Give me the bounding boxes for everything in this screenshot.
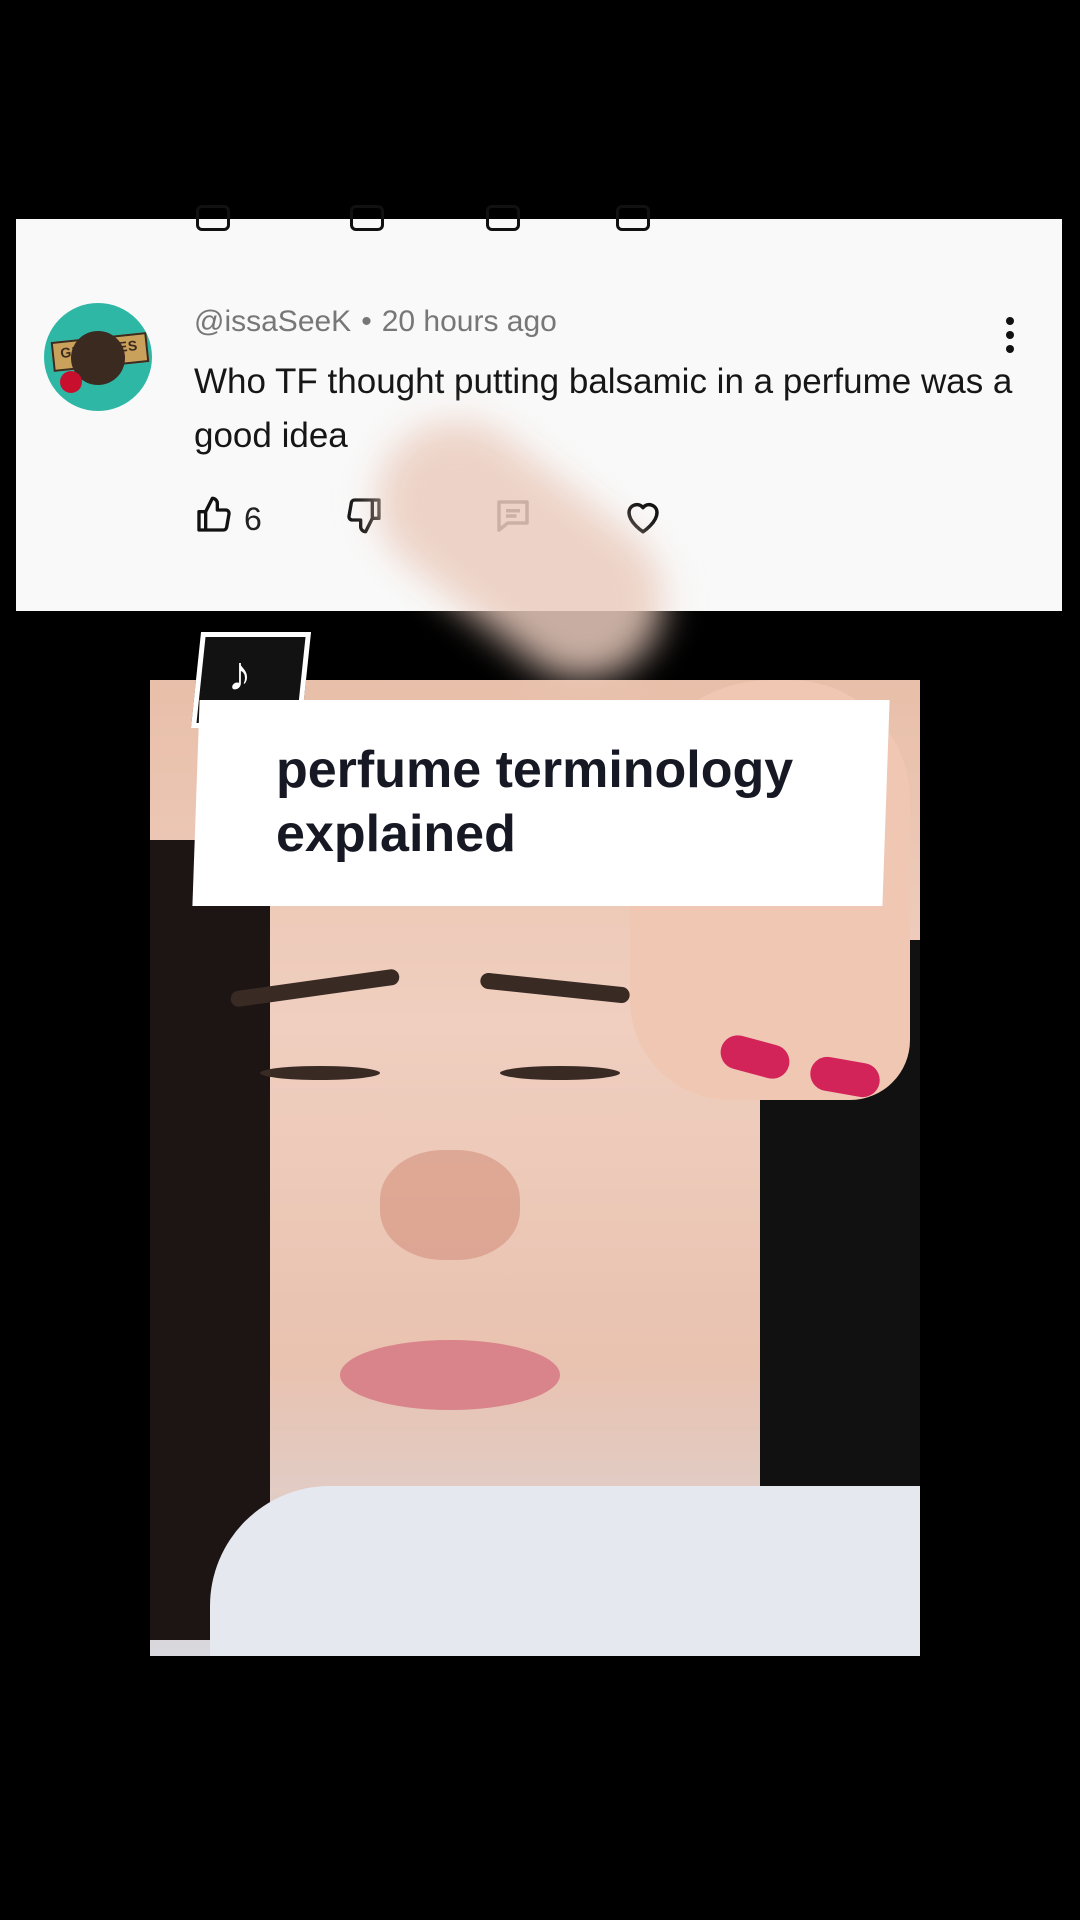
tiktok-logo-icon: ♪ [227,648,252,701]
avatar[interactable]: GRIZZLIES [44,303,152,411]
cut-off-icon [616,205,650,231]
cut-off-icon [350,205,384,231]
timestamp: 20 hours ago [381,305,557,338]
right-eye [500,1066,620,1080]
nose [380,1150,520,1260]
cut-off-icon [486,205,520,231]
previous-comment-actions [16,205,1062,231]
more-options-icon[interactable] [1004,317,1016,357]
like-count: 6 [244,501,262,537]
username[interactable]: @issaSeeK [194,305,351,338]
basketball-logo [60,371,82,393]
heart-icon [627,502,659,534]
video-title: perfume terminology explained [276,741,794,863]
mouth [340,1340,560,1410]
hoodie [210,1486,920,1656]
like-button[interactable]: 6 [194,495,262,541]
left-eye [260,1066,380,1080]
comment-text: Who TF thought putting balsamic in a per… [194,362,1013,455]
right-eyebrow [479,972,631,1004]
meta-separator: • [361,305,372,338]
cut-off-icon [196,205,230,231]
thumbs-up-icon [197,496,231,532]
comment-meta: @issaSeeK • 20 hours ago [194,305,557,339]
